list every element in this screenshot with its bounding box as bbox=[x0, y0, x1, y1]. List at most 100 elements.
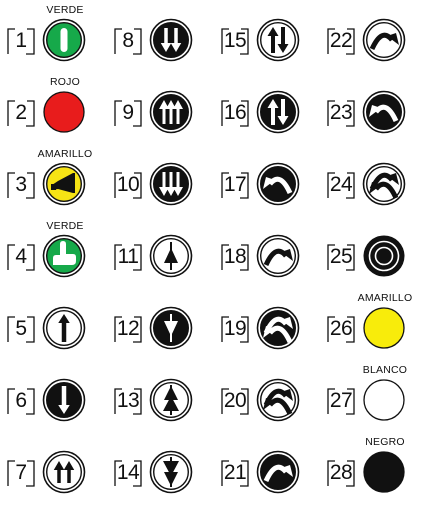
plain-black-circle bbox=[362, 450, 406, 494]
double-arrow-up-icon bbox=[42, 450, 86, 494]
number-label: 9 bbox=[112, 97, 144, 129]
number-text: 21 bbox=[223, 461, 247, 484]
number-text: 1 bbox=[15, 29, 27, 52]
button-cell: AMARILLO 3 bbox=[5, 144, 105, 206]
button-cell: 7 bbox=[5, 432, 105, 494]
arc-arrow-left-icon bbox=[256, 162, 300, 206]
button-caption: VERDE bbox=[46, 4, 84, 16]
hand-icon bbox=[42, 234, 86, 278]
button-cell: AMARILLO 26 bbox=[325, 288, 422, 350]
button-cell: 6 bbox=[5, 360, 105, 422]
number-label: 28 bbox=[325, 457, 357, 489]
number-label: 26 bbox=[325, 313, 357, 345]
button-caption: AMARILLO bbox=[37, 148, 93, 160]
button-caption: NEGRO bbox=[365, 436, 405, 448]
number-text: 15 bbox=[223, 29, 247, 52]
double-triangle-down-icon bbox=[149, 450, 193, 494]
plain-white-circle bbox=[362, 378, 406, 422]
vertical-bar-icon bbox=[42, 18, 86, 62]
double-arc-arrow-icon bbox=[256, 306, 300, 350]
number-text: 14 bbox=[116, 461, 140, 484]
button-cell: 11 bbox=[112, 216, 212, 278]
number-label: 11 bbox=[112, 241, 144, 273]
button-cell: 24 bbox=[325, 144, 422, 206]
number-label: 3 bbox=[5, 169, 37, 201]
number-label: 12 bbox=[112, 313, 144, 345]
number-text: 4 bbox=[15, 245, 27, 268]
number-text: 9 bbox=[122, 101, 134, 124]
plain-red-circle bbox=[42, 90, 86, 134]
button-cell: 5 bbox=[5, 288, 105, 350]
number-text: 12 bbox=[116, 317, 140, 340]
double-triangle-up-icon bbox=[149, 378, 193, 422]
number-text: 28 bbox=[329, 461, 353, 484]
up-down-arrows-icon bbox=[256, 18, 300, 62]
button-cell: 14 bbox=[112, 432, 212, 494]
button-cell: VERDE 4 bbox=[5, 216, 105, 278]
number-label: 22 bbox=[325, 25, 357, 57]
number-text: 26 bbox=[329, 317, 353, 340]
number-label: 17 bbox=[219, 169, 251, 201]
triangle-down-icon bbox=[149, 306, 193, 350]
number-text: 8 bbox=[122, 29, 134, 52]
number-text: 23 bbox=[329, 101, 353, 124]
number-text: 18 bbox=[223, 245, 247, 268]
number-label: 24 bbox=[325, 169, 357, 201]
arrow-down-icon bbox=[42, 378, 86, 422]
button-cell: 17 bbox=[219, 144, 319, 206]
number-label: 23 bbox=[325, 97, 357, 129]
plain-yellow-circle bbox=[362, 306, 406, 350]
button-cell: 12 bbox=[112, 288, 212, 350]
arc-arrow-right-icon bbox=[256, 234, 300, 278]
number-label: 25 bbox=[325, 241, 357, 273]
number-text: 17 bbox=[223, 173, 247, 196]
button-cell: VERDE 1 bbox=[5, 0, 105, 62]
button-cell: ROJO 2 bbox=[5, 72, 105, 134]
arc-arrow-right-icon bbox=[362, 18, 406, 62]
button-cell: 21 bbox=[219, 432, 319, 494]
number-text: 25 bbox=[329, 245, 353, 268]
number-label: 6 bbox=[5, 385, 37, 417]
number-text: 3 bbox=[15, 173, 27, 196]
up-down-arrows-icon bbox=[256, 90, 300, 134]
triangle-up-icon bbox=[149, 234, 193, 278]
arc-arrow-right-icon bbox=[256, 450, 300, 494]
button-cell: 10 bbox=[112, 144, 212, 206]
number-text: 6 bbox=[15, 389, 27, 412]
number-text: 16 bbox=[223, 101, 247, 124]
number-label: 18 bbox=[219, 241, 251, 273]
button-cell: 18 bbox=[219, 216, 319, 278]
concentric-circles-icon bbox=[362, 234, 406, 278]
horn-icon bbox=[42, 162, 86, 206]
number-label: 1 bbox=[5, 25, 37, 57]
number-label: 7 bbox=[5, 457, 37, 489]
number-text: 13 bbox=[116, 389, 140, 412]
button-caption: ROJO bbox=[50, 76, 80, 88]
number-text: 22 bbox=[329, 29, 353, 52]
number-label: 4 bbox=[5, 241, 37, 273]
button-caption: BLANCO bbox=[362, 364, 408, 376]
number-text: 24 bbox=[329, 173, 353, 196]
button-caption: VERDE bbox=[46, 220, 84, 232]
button-symbol-chart: VERDE 1 ROJO 2 AMARILLO 3 VERDE 4 5 6 7 8 9 10 11 12 13 1… bbox=[0, 0, 422, 513]
button-cell: 16 bbox=[219, 72, 319, 134]
button-cell: NEGRO 28 bbox=[325, 432, 422, 494]
double-arc-arrow-icon bbox=[362, 162, 406, 206]
double-arrow-down-icon bbox=[149, 18, 193, 62]
number-label: 8 bbox=[112, 25, 144, 57]
number-label: 15 bbox=[219, 25, 251, 57]
triple-arrow-up-icon bbox=[149, 90, 193, 134]
number-label: 21 bbox=[219, 457, 251, 489]
number-text: 19 bbox=[223, 317, 247, 340]
button-cell: 19 bbox=[219, 288, 319, 350]
double-arc-arrow-icon bbox=[256, 378, 300, 422]
number-text: 2 bbox=[15, 101, 27, 124]
number-label: 14 bbox=[112, 457, 144, 489]
arc-arrow-left-icon bbox=[362, 90, 406, 134]
button-cell: 23 bbox=[325, 72, 422, 134]
number-label: 20 bbox=[219, 385, 251, 417]
number-label: 2 bbox=[5, 97, 37, 129]
button-cell: 22 bbox=[325, 0, 422, 62]
number-text: 11 bbox=[117, 245, 139, 268]
button-cell: BLANCO 27 bbox=[325, 360, 422, 422]
